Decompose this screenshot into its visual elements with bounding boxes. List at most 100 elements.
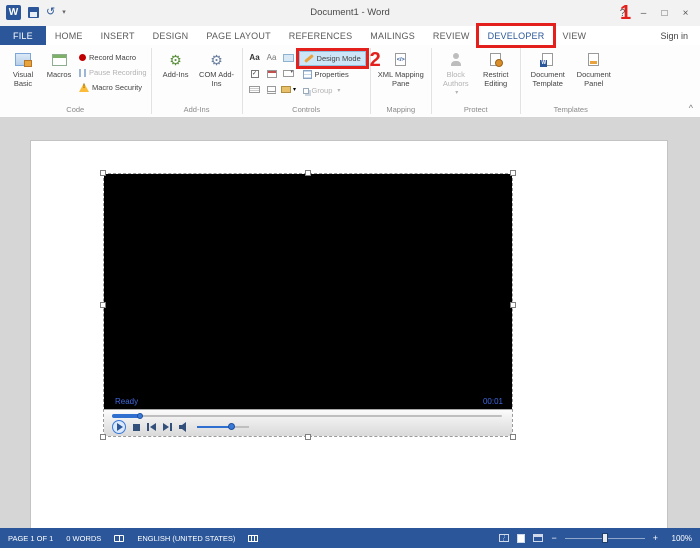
next-icon <box>163 423 169 431</box>
rich-text-content-control-button[interactable]: Aa <box>247 50 263 65</box>
add-ins-button[interactable]: ⚙ Add-Ins <box>156 48 196 80</box>
com-add-ins-gear-icon: ⚙ <box>210 50 223 69</box>
selection-handle[interactable] <box>100 170 106 176</box>
selection-handle[interactable] <box>305 434 311 440</box>
properties-button[interactable]: Properties <box>299 67 366 82</box>
tab-file[interactable]: FILE <box>0 26 46 45</box>
macros-label: Macros <box>47 71 72 80</box>
selection-handle[interactable] <box>100 302 106 308</box>
volume-fill <box>197 426 231 428</box>
tab-insert[interactable]: INSERT <box>92 26 144 45</box>
ribbon-group-templates: Document Template Document Panel Templat… <box>521 45 621 117</box>
seek-bar[interactable] <box>112 413 502 419</box>
add-ins-gear-icon: ⚙ <box>169 50 182 69</box>
word-count[interactable]: 0 WORDS <box>66 534 101 543</box>
tab-design[interactable]: DESIGN <box>144 26 198 45</box>
seek-progress <box>112 414 140 418</box>
macro-security-warning-icon <box>79 83 89 92</box>
stop-button[interactable] <box>133 424 140 431</box>
seek-handle[interactable] <box>137 413 143 419</box>
restore-button[interactable]: □ <box>654 8 675 19</box>
play-button[interactable] <box>112 420 126 434</box>
pause-recording-button[interactable]: Pause Recording <box>79 67 147 78</box>
print-layout-button[interactable] <box>517 534 525 543</box>
group-button[interactable]: Group <box>299 83 366 98</box>
zoom-percentage[interactable]: 100% <box>666 534 692 543</box>
tab-references[interactable]: REFERENCES <box>280 26 362 45</box>
proofing-status-icon[interactable] <box>114 535 124 542</box>
speaker-icon <box>179 422 190 432</box>
restrict-editing-button[interactable]: Restrict Editing <box>476 48 516 88</box>
tab-review[interactable]: REVIEW <box>424 26 479 45</box>
design-mode-icon <box>304 54 314 63</box>
collapse-ribbon-icon[interactable]: ^ <box>689 103 693 113</box>
tab-view[interactable]: VIEW <box>553 26 595 45</box>
combo-box-content-control-icon <box>283 70 294 77</box>
group-label-controls: Controls <box>243 105 370 117</box>
volume-handle[interactable] <box>228 423 235 430</box>
selection-handle[interactable] <box>100 434 106 440</box>
properties-label: Properties <box>315 70 349 79</box>
picture-content-control-button[interactable] <box>281 50 297 65</box>
restrict-editing-icon <box>490 53 501 66</box>
window-title: Document1 - Word <box>0 0 700 26</box>
checkbox-content-control-button[interactable] <box>247 66 263 81</box>
tab-home[interactable]: HOME <box>46 26 92 45</box>
sign-in-link[interactable]: Sign in <box>660 26 700 45</box>
document-panel-button[interactable]: Document Panel <box>571 48 617 88</box>
next-button[interactable] <box>163 423 172 431</box>
read-mode-button[interactable] <box>499 534 509 542</box>
page-indicator[interactable]: PAGE 1 OF 1 <box>8 534 53 543</box>
zoom-in-button[interactable]: + <box>653 533 658 543</box>
zoom-out-button[interactable]: − <box>551 533 556 543</box>
com-add-ins-label: COM Add-Ins <box>198 71 236 88</box>
com-add-ins-button[interactable]: ⚙ COM Add-Ins <box>196 48 238 88</box>
block-authors-icon <box>450 53 462 66</box>
visual-basic-button[interactable]: Visual Basic <box>4 48 42 88</box>
media-player-screen: Ready 00:01 <box>104 174 512 409</box>
status-bar: PAGE 1 OF 1 0 WORDS ENGLISH (UNITED STAT… <box>0 528 700 548</box>
record-macro-label: Record Macro <box>89 53 136 62</box>
macro-security-button[interactable]: Macro Security <box>79 82 147 93</box>
zoom-slider-handle[interactable] <box>602 533 608 543</box>
selection-handle[interactable] <box>510 434 516 440</box>
macro-record-icon[interactable] <box>248 535 258 542</box>
selection-handle[interactable] <box>510 170 516 176</box>
macros-button[interactable]: Macros <box>42 48 76 80</box>
checkbox-content-control-icon <box>251 70 259 78</box>
drop-down-list-content-control-button[interactable] <box>247 82 263 97</box>
visual-basic-icon <box>15 53 31 66</box>
minimize-button[interactable]: – <box>633 8 654 19</box>
selection-handle[interactable] <box>510 302 516 308</box>
tab-page-layout[interactable]: PAGE LAYOUT <box>197 26 279 45</box>
seek-track <box>112 415 502 417</box>
language-indicator[interactable]: ENGLISH (UNITED STATES) <box>137 534 235 543</box>
close-button[interactable]: × <box>675 8 696 19</box>
mute-button[interactable] <box>179 422 190 432</box>
volume-slider[interactable] <box>197 422 249 432</box>
zoom-slider[interactable] <box>565 538 645 539</box>
record-macro-button[interactable]: Record Macro <box>79 52 147 63</box>
media-player-status: Ready <box>115 397 138 406</box>
tab-developer[interactable]: DEVELOPER <box>479 26 554 45</box>
media-player-control[interactable]: Ready 00:01 <box>103 173 513 437</box>
document-template-button[interactable]: Document Template <box>525 48 571 88</box>
block-authors-label: Block Authors <box>438 71 474 88</box>
pause-recording-icon <box>79 69 86 77</box>
plain-text-content-control-button[interactable]: Aa <box>264 50 280 65</box>
ribbon-group-controls: Aa Aa Design Mode 2 Properties <box>243 45 370 117</box>
legacy-tools-button[interactable] <box>281 82 297 97</box>
selection-handle[interactable] <box>305 170 311 176</box>
web-layout-button[interactable] <box>533 534 543 542</box>
previous-button[interactable] <box>147 423 156 431</box>
date-picker-content-control-button[interactable] <box>264 66 280 81</box>
design-mode-button[interactable]: Design Mode 2 <box>299 51 366 66</box>
macros-icon <box>52 54 67 66</box>
combo-box-content-control-button[interactable] <box>281 66 297 81</box>
repeating-section-content-control-button[interactable] <box>264 82 280 97</box>
tab-mailings[interactable]: MAILINGS <box>361 26 424 45</box>
xml-mapping-pane-button[interactable]: XML Mapping Pane <box>375 48 427 88</box>
ribbon-group-addins: ⚙ Add-Ins ⚙ COM Add-Ins Add-Ins <box>152 45 242 117</box>
block-authors-button[interactable]: Block Authors <box>436 48 476 97</box>
date-picker-content-control-icon <box>267 70 277 78</box>
